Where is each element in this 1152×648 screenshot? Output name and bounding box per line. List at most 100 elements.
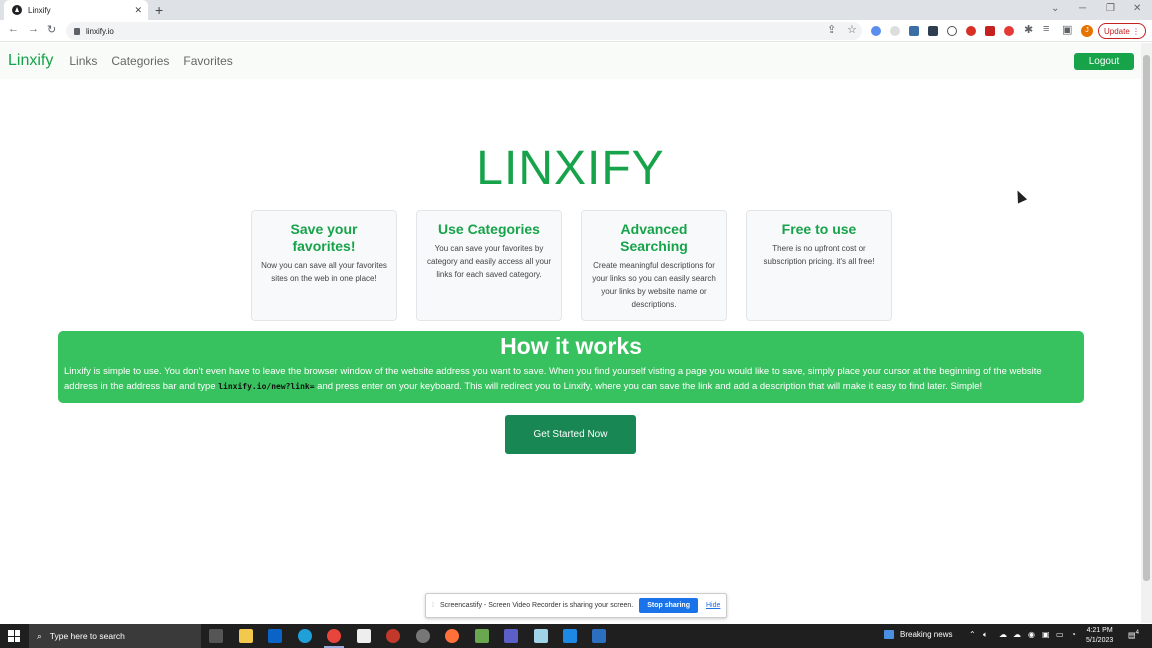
edge-icon[interactable] — [298, 629, 312, 643]
nav-link-links[interactable]: Links — [69, 54, 97, 68]
store-icon[interactable] — [357, 629, 371, 643]
extension-icon[interactable] — [928, 26, 938, 36]
taskbar-search[interactable]: ⌕ Type here to search — [29, 624, 201, 648]
windows-start-icon[interactable] — [8, 630, 20, 642]
address-bar[interactable]: linxify.io — [66, 22, 862, 40]
reload-icon[interactable]: ↻ — [47, 23, 56, 36]
lock-icon — [74, 27, 80, 35]
feature-card: Save your favorites! Now you can save al… — [251, 210, 397, 321]
close-window-icon[interactable]: ✕ — [1133, 3, 1141, 14]
brand-logo[interactable]: Linxify — [8, 52, 53, 70]
feature-card: Use Categories You can save your favorit… — [416, 210, 562, 321]
clock-time: 4:21 PM — [1086, 627, 1113, 634]
extension-icon[interactable] — [947, 26, 957, 36]
page-scrollbar[interactable] — [1141, 43, 1152, 623]
restore-icon[interactable]: ❐ — [1106, 3, 1115, 14]
extension-icon[interactable] — [966, 26, 976, 36]
browser-tab-strip: Linxify ✕ + ⌄ ─ ❐ ✕ — [0, 0, 1152, 20]
nav-link-favorites[interactable]: Favorites — [183, 54, 232, 68]
file-explorer-icon[interactable] — [239, 629, 253, 643]
feature-card: Advanced Searching Create meaningful des… — [581, 210, 727, 321]
card-text: Now you can save all your favorites site… — [261, 261, 387, 283]
app-icon[interactable] — [592, 629, 606, 643]
firefox-icon[interactable] — [445, 629, 459, 643]
volume-icon[interactable]: 🔈︎ — [983, 630, 988, 640]
extension-icon[interactable] — [985, 26, 995, 36]
update-button[interactable]: Update ⋮ — [1098, 23, 1146, 39]
taskbar-clock[interactable]: 4:21 PM 5/1/2023 — [1086, 626, 1113, 646]
tray-app-icon[interactable]: ▣ — [1042, 630, 1050, 639]
linxify-favicon-icon — [12, 5, 22, 15]
how-text-after: and press enter on your keyboard. This w… — [314, 381, 983, 392]
app-icon[interactable] — [534, 629, 548, 643]
forward-icon[interactable]: → — [28, 23, 39, 35]
tab-close-icon[interactable]: ✕ — [134, 5, 142, 16]
feature-cards: Save your favorites! Now you can save al… — [251, 210, 892, 321]
notification-count: 4 — [1135, 630, 1139, 636]
card-text: Create meaningful descriptions for your … — [592, 261, 716, 309]
vscode-icon[interactable] — [563, 629, 577, 643]
puzzle-extensions-icon[interactable]: ✱ — [1024, 23, 1033, 36]
wifi-icon[interactable]: ◔ — [1071, 630, 1076, 639]
drag-handle-icon[interactable]: ⁞ — [432, 602, 434, 609]
feature-card: Free to use There is no upfront cost or … — [746, 210, 892, 321]
extension-icon[interactable] — [909, 26, 919, 36]
bookmark-star-icon[interactable]: ☆ — [847, 23, 857, 36]
extension-icon[interactable] — [1004, 26, 1014, 36]
app-icon[interactable] — [475, 629, 489, 643]
tray-app-icon[interactable]: ◉ — [1028, 630, 1035, 639]
back-icon[interactable]: ← — [8, 23, 19, 35]
clock-date: 5/1/2023 — [1086, 637, 1114, 644]
minimize-icon[interactable]: ─ — [1079, 3, 1086, 14]
reading-list-icon[interactable]: ≡ — [1043, 23, 1049, 35]
profile-avatar[interactable]: J — [1081, 25, 1093, 37]
tab-search-icon[interactable]: ⌄ — [1051, 3, 1059, 14]
site-navbar: Linxify Links Categories Favorites — [0, 43, 1141, 79]
outlook-icon[interactable] — [268, 629, 282, 643]
bookmarklet-code: linxify.io/new?link= — [218, 382, 315, 391]
screen-share-bar: ⁞ Screencastify - Screen Video Recorder … — [425, 593, 727, 618]
search-icon: ⌕ — [37, 630, 42, 641]
url-text: linxify.io — [86, 26, 114, 36]
task-view-icon[interactable] — [209, 629, 223, 643]
browser-tab[interactable]: Linxify ✕ — [4, 0, 148, 20]
cloud-app-icon[interactable] — [416, 629, 430, 643]
card-title: Advanced Searching — [620, 221, 688, 254]
battery-icon[interactable]: ▭ — [1056, 630, 1064, 639]
side-panel-icon[interactable]: ▣ — [1062, 23, 1072, 36]
share-message: Screencastify - Screen Video Recorder is… — [439, 602, 634, 609]
search-placeholder: Type here to search — [49, 631, 125, 641]
extension-icon[interactable] — [871, 26, 881, 36]
new-tab-icon[interactable]: + — [155, 2, 163, 18]
tray-chevron-icon[interactable]: ⌃ — [969, 630, 976, 639]
how-it-works-title: How it works — [500, 333, 642, 359]
card-title: Use Categories — [438, 221, 540, 237]
card-text: You can save your favorites by category … — [426, 244, 552, 279]
logout-button[interactable]: Logout — [1074, 53, 1134, 70]
card-title: Save your favorites! — [290, 221, 358, 254]
teams-icon[interactable] — [504, 629, 518, 643]
how-it-works-text: Linxify is simple to use. You don't even… — [64, 364, 1078, 394]
card-text: There is no upfront cost or subscription… — [763, 244, 875, 266]
tab-title: Linxify — [28, 5, 51, 15]
cloud-icon[interactable]: ☁ — [1013, 630, 1021, 639]
news-icon — [884, 630, 894, 639]
scrollbar-thumb[interactable] — [1143, 55, 1150, 581]
browser-toolbar: ← → ↻ linxify.io ⇪ ☆ ✱ ≡ ▣ — [0, 20, 1152, 42]
web-page: Linxify Links Categories Favorites Logou… — [0, 43, 1141, 623]
chrome-icon[interactable] — [327, 629, 341, 643]
nav-link-categories[interactable]: Categories — [111, 54, 169, 68]
windows-taskbar: ⌕ Type here to search Breaking news ⌃ 🔈︎… — [0, 624, 1152, 648]
get-started-button[interactable]: Get Started Now — [505, 415, 636, 454]
extension-icon[interactable] — [890, 26, 900, 36]
onedrive-icon[interactable]: ☁ — [999, 630, 1007, 639]
news-widget[interactable]: Breaking news — [884, 630, 952, 639]
card-title: Free to use — [781, 221, 857, 237]
notifications-icon[interactable]: ▤4 — [1128, 630, 1139, 640]
hide-link[interactable]: Hide — [706, 602, 720, 609]
news-label: Breaking news — [900, 630, 953, 639]
share-icon[interactable]: ⇪ — [827, 23, 836, 36]
how-it-works-banner: How it works Linxify is simple to use. Y… — [58, 331, 1084, 403]
app-icon[interactable] — [386, 629, 400, 643]
stop-sharing-button[interactable]: Stop sharing — [639, 598, 698, 613]
